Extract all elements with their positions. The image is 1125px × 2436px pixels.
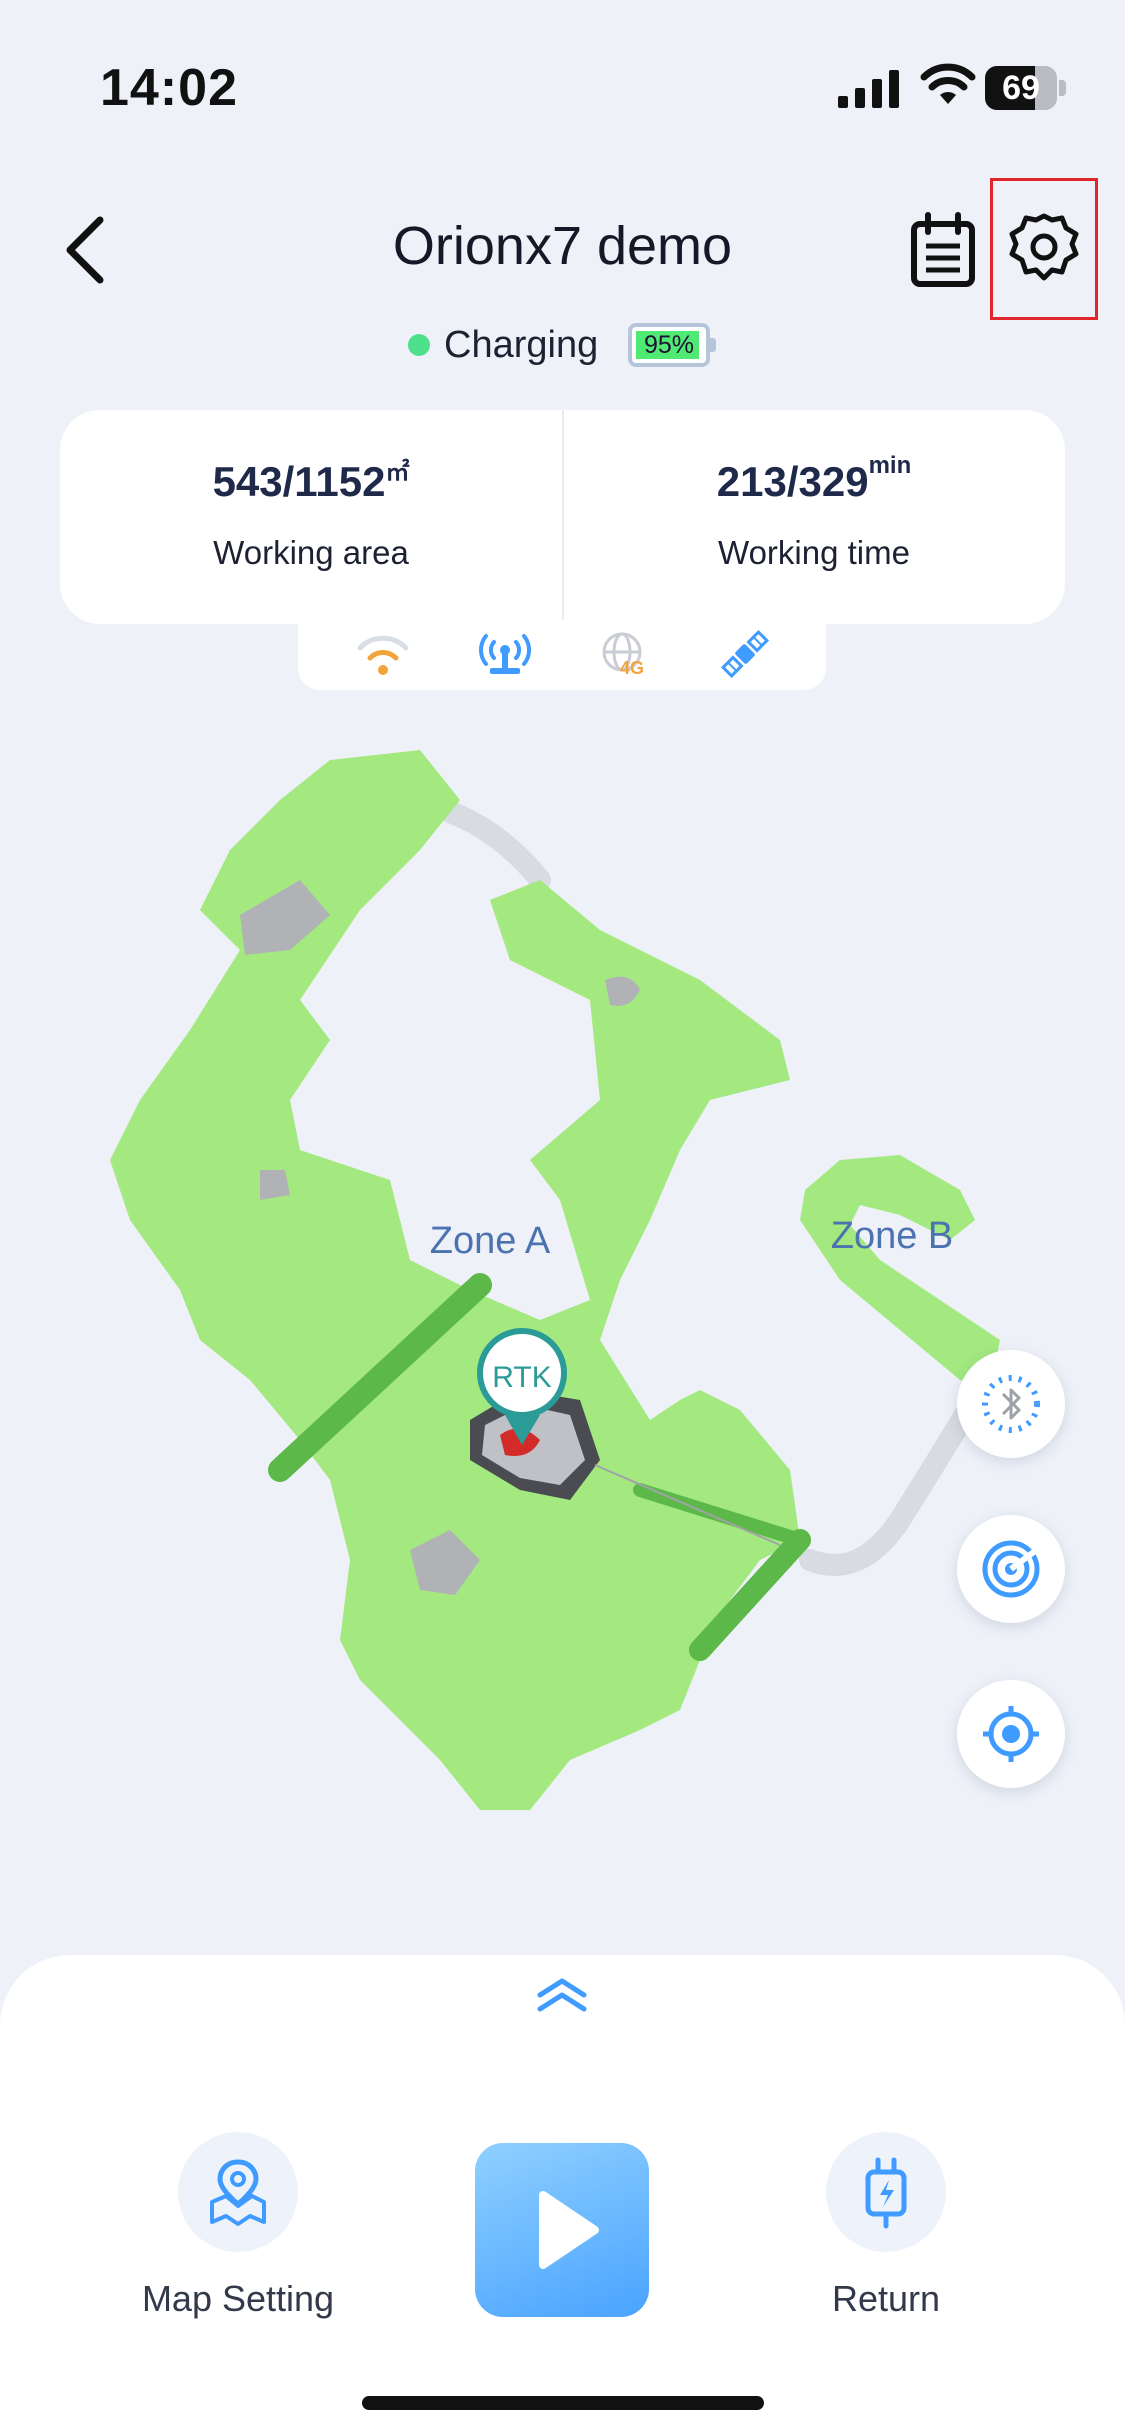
bottom-control-panel: Map Setting Return <box>0 1955 1125 2436</box>
battery-status-value: 69 <box>1002 69 1040 107</box>
working-time-label: Working time <box>718 534 910 571</box>
charging-status-row: Charging 95% <box>0 320 1125 370</box>
radar-button[interactable] <box>957 1515 1065 1623</box>
locate-button[interactable] <box>957 1680 1065 1788</box>
svg-text:4G: 4G <box>620 658 644 678</box>
battery-status-icon: 69 <box>985 66 1067 110</box>
mower-battery-badge: 95% <box>628 323 716 367</box>
bluetooth-icon <box>982 1375 1040 1433</box>
gear-icon <box>1009 213 1079 281</box>
satellite-icon <box>716 629 774 683</box>
return-button[interactable] <box>826 2132 946 2252</box>
working-time-value: 213/329min <box>716 452 912 505</box>
settings-button[interactable] <box>990 178 1098 320</box>
zone-b-label: Zone B <box>831 1215 954 1257</box>
cellular-signal-icon <box>838 68 902 113</box>
schedule-button[interactable] <box>908 212 978 288</box>
map-pin-icon <box>210 2159 266 2226</box>
rtk-label: RTK <box>492 1361 551 1394</box>
locate-icon <box>983 1706 1039 1762</box>
wifi-status-icon <box>920 62 976 111</box>
return-label: Return <box>831 2278 941 2319</box>
map-setting-label: Map Setting <box>141 2278 335 2319</box>
4g-globe-icon: 4G <box>596 630 654 683</box>
bluetooth-button[interactable] <box>957 1350 1065 1458</box>
travel-path <box>434 799 551 891</box>
zone-b-lawn <box>800 1155 1000 1390</box>
stats-card: 543/1152㎡ Working area 213/329min Workin… <box>60 410 1065 624</box>
working-area-stat: 543/1152㎡ Working area <box>60 410 562 624</box>
schedule-icon <box>911 212 975 287</box>
wifi-icon <box>354 630 412 683</box>
working-time-stat: 213/329min Working time <box>563 410 1065 624</box>
charging-indicator-dot <box>408 334 430 356</box>
obstacle <box>260 1170 290 1200</box>
charging-dock-icon <box>865 2157 907 2229</box>
zone-a-label: Zone A <box>430 1220 551 1262</box>
working-area-label: Working area <box>213 534 409 571</box>
status-time: 14:02 <box>100 59 238 117</box>
mower-battery-percent: 95% <box>643 331 695 359</box>
travel-path <box>799 1379 991 1576</box>
play-icon <box>539 2191 599 2269</box>
working-area-value: 543/1152㎡ <box>212 458 410 505</box>
start-mowing-button[interactable] <box>475 2143 649 2317</box>
radar-icon <box>982 1540 1040 1598</box>
rtk-antenna-icon <box>476 630 534 683</box>
charging-label: Charging <box>444 324 599 366</box>
connectivity-indicators: 4G <box>298 620 826 690</box>
expand-panel-button[interactable] <box>532 1975 592 2015</box>
double-chevron-up-icon <box>537 1978 587 2012</box>
map-setting-button[interactable] <box>178 2132 298 2252</box>
lawn-map[interactable]: RTK Zone A Zone B <box>0 700 1125 1870</box>
home-indicator <box>362 2396 764 2410</box>
